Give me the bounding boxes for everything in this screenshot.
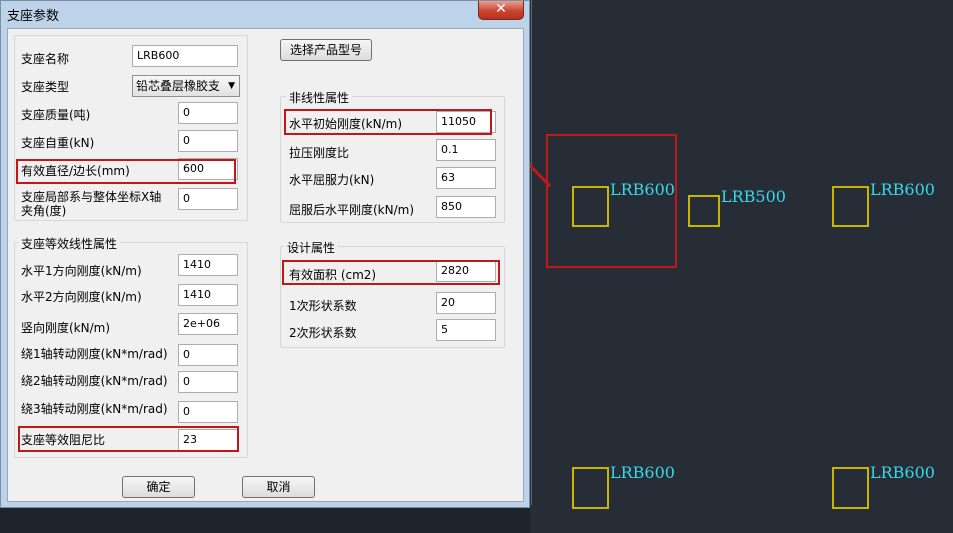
- horizontal1-stiffness-input[interactable]: 1410: [178, 254, 238, 276]
- tension-ratio-input[interactable]: 0.1: [436, 139, 496, 161]
- support-type-label: 支座类型: [21, 80, 70, 94]
- yield-force-label: 水平屈服力(kN): [289, 173, 375, 187]
- cad-support-symbol[interactable]: [572, 186, 609, 227]
- chevron-down-icon: ▼: [228, 81, 235, 91]
- support-mass-label: 支座质量(吨): [21, 108, 91, 122]
- horizontal2-stiffness-input[interactable]: 1410: [178, 284, 238, 306]
- shape-factor-1-label: 1次形状系数: [289, 299, 357, 313]
- cad-callout-highlight: [546, 134, 677, 268]
- rotation1-stiffness-input[interactable]: 0: [178, 344, 238, 366]
- rotation3-stiffness-label: 绕3轴转动刚度(kN*m/rad): [21, 402, 168, 416]
- cad-support-label: LRB600: [870, 180, 935, 199]
- cad-support-symbol[interactable]: [572, 467, 609, 509]
- ok-button[interactable]: 确定: [122, 476, 195, 498]
- dialog-title: 支座参数: [7, 9, 60, 24]
- support-type-select[interactable]: 铅芯叠层橡胶支 ▼: [132, 75, 240, 97]
- close-button[interactable]: ✕: [478, 1, 524, 20]
- dialog-titlebar[interactable]: 支座参数 ✕: [1, 1, 529, 27]
- select-product-model-button[interactable]: 选择产品型号: [280, 39, 372, 61]
- cancel-button[interactable]: 取消: [242, 476, 315, 498]
- vertical-stiffness-label: 竖向刚度(kN/m): [21, 321, 111, 335]
- rotation1-stiffness-label: 绕1轴转动刚度(kN*m/rad): [21, 347, 168, 361]
- highlight-effective-area: [282, 260, 500, 285]
- support-name-label: 支座名称: [21, 52, 70, 66]
- vertical-stiffness-input[interactable]: 2e+06: [178, 313, 238, 335]
- rotation2-stiffness-label: 绕2轴转动刚度(kN*m/rad): [21, 374, 168, 388]
- post-yield-stiffness-label: 屈服后水平刚度(kN/m): [289, 203, 415, 217]
- cad-bottom-strip: [0, 505, 530, 533]
- cad-grid-line: [531, 0, 532, 505]
- cad-support-label: LRB600: [870, 463, 935, 482]
- tension-ratio-label: 拉压刚度比: [289, 146, 350, 160]
- cad-support-symbol[interactable]: [832, 467, 869, 509]
- shape-factor-2-label: 2次形状系数: [289, 326, 357, 340]
- cad-support-label: LRB500: [721, 187, 786, 206]
- shape-factor-1-input[interactable]: 20: [436, 292, 496, 314]
- shape-factor-2-input[interactable]: 5: [436, 319, 496, 341]
- nonlinear-group-title: 非线性属性: [286, 89, 353, 106]
- close-icon: ✕: [495, 1, 507, 17]
- rotation3-stiffness-input[interactable]: 0: [178, 401, 238, 423]
- cad-support-symbol[interactable]: [832, 186, 869, 227]
- support-weight-input[interactable]: 0: [178, 130, 238, 152]
- highlight-damping-ratio: [18, 426, 239, 452]
- cad-support-label: LRB600: [610, 463, 675, 482]
- support-name-input[interactable]: LRB600: [132, 45, 238, 67]
- linear-group-title: 支座等效线性属性: [18, 235, 121, 252]
- highlight-initial-stiffness: [284, 109, 492, 135]
- highlight-effective-diameter: [16, 159, 236, 184]
- horizontal2-stiffness-label: 水平2方向刚度(kN/m): [21, 290, 142, 304]
- design-group-title: 设计属性: [284, 239, 339, 256]
- cad-support-label: LRB600: [610, 180, 675, 199]
- post-yield-stiffness-input[interactable]: 850: [436, 196, 496, 218]
- local-axis-angle-input[interactable]: 0: [178, 188, 238, 210]
- horizontal1-stiffness-label: 水平1方向刚度(kN/m): [21, 264, 142, 278]
- yield-force-input[interactable]: 63: [436, 167, 496, 189]
- support-type-value: 铅芯叠层橡胶支: [136, 79, 221, 93]
- rotation2-stiffness-input[interactable]: 0: [178, 371, 238, 393]
- support-parameters-dialog: 支座参数 ✕ 支座名称 LRB600 支座类型 铅芯叠层橡胶支 ▼ 支座质量(吨…: [0, 0, 530, 508]
- dialog-client: 支座名称 LRB600 支座类型 铅芯叠层橡胶支 ▼ 支座质量(吨) 0 支座自…: [7, 28, 524, 502]
- local-axis-angle-label-line2: 夹角(度): [21, 204, 67, 218]
- support-mass-input[interactable]: 0: [178, 102, 238, 124]
- support-weight-label: 支座自重(kN): [21, 136, 95, 150]
- cad-support-symbol[interactable]: [688, 195, 720, 227]
